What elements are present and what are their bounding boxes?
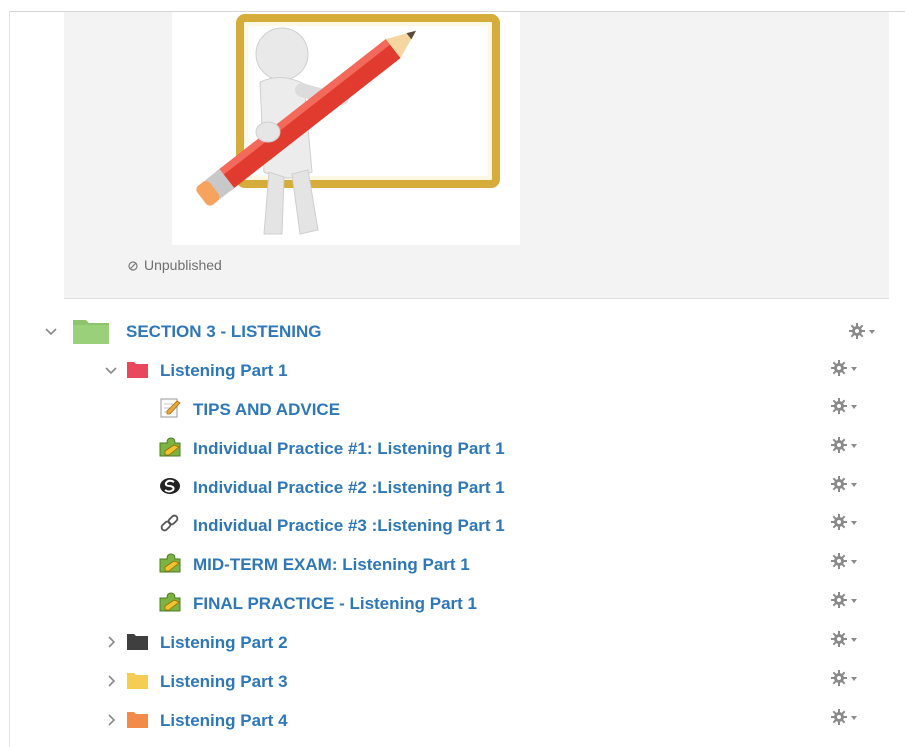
chevron-right-icon[interactable] [104, 713, 118, 727]
settings-gear-icon[interactable] [830, 513, 860, 533]
settings-gear-icon[interactable] [830, 436, 860, 456]
chevron-right-icon[interactable] [104, 674, 118, 688]
subfolder-row[interactable]: Listening Part 3 [0, 667, 905, 697]
activity-title-link[interactable]: TIPS AND ADVICE [193, 400, 340, 420]
unpublished-status: Unpublished [128, 257, 222, 273]
list-item[interactable]: Individual Practice #2 :Listening Part 1 [0, 473, 905, 503]
chevron-down-icon[interactable] [104, 363, 118, 377]
activity-title-link[interactable]: FINAL PRACTICE - Listening Part 1 [193, 594, 477, 614]
quiz-puzzle-icon [159, 553, 181, 573]
settings-gear-icon[interactable] [830, 669, 860, 689]
settings-gear-icon[interactable] [830, 359, 860, 379]
subfolder-row[interactable]: Listening Part 2 [0, 628, 905, 658]
section-row[interactable]: SECTION 3 - LISTENING [0, 317, 905, 347]
subfolder-title-link[interactable]: Listening Part 2 [160, 633, 288, 653]
settings-gear-icon[interactable] [830, 475, 860, 495]
page-icon [160, 398, 181, 418]
settings-gear-icon[interactable] [830, 397, 860, 417]
activity-title-link[interactable]: Individual Practice #1: Listening Part 1 [193, 439, 505, 459]
settings-gear-icon[interactable] [830, 630, 860, 650]
quiz-puzzle-icon [159, 592, 181, 612]
settings-gear-icon[interactable] [848, 322, 878, 342]
list-item[interactable]: Individual Practice #3 :Listening Part 1 [0, 511, 905, 541]
subfolder-title-link[interactable]: Listening Part 1 [160, 361, 288, 381]
subfolder-title-link[interactable]: Listening Part 4 [160, 711, 288, 731]
unpublished-icon [128, 261, 138, 271]
folder-icon [127, 712, 148, 728]
subfolder-title-link[interactable]: Listening Part 3 [160, 672, 288, 692]
list-item[interactable]: FINAL PRACTICE - Listening Part 1 [0, 589, 905, 619]
folder-icon [127, 362, 148, 378]
chevron-down-icon[interactable] [44, 324, 58, 338]
unpublished-label: Unpublished [144, 257, 222, 273]
quiz-puzzle-icon [159, 437, 181, 457]
pencil-figure-image [172, 12, 520, 245]
chevron-right-icon[interactable] [104, 635, 118, 649]
folder-icon [127, 634, 148, 650]
activity-title-link[interactable]: Individual Practice #2 :Listening Part 1 [193, 478, 505, 498]
external-tool-icon [160, 478, 180, 494]
folder-icon [73, 320, 109, 344]
list-item[interactable]: MID-TERM EXAM: Listening Part 1 [0, 550, 905, 580]
section-title-link[interactable]: SECTION 3 - LISTENING [126, 322, 322, 342]
activity-title-link[interactable]: Individual Practice #3 :Listening Part 1 [193, 516, 505, 536]
link-icon [160, 514, 179, 532]
list-item[interactable]: Individual Practice #1: Listening Part 1 [0, 434, 905, 464]
content-panel: Unpublished [64, 12, 889, 299]
settings-gear-icon[interactable] [830, 591, 860, 611]
subfolder-row[interactable]: Listening Part 1 [0, 356, 905, 386]
activity-title-link[interactable]: MID-TERM EXAM: Listening Part 1 [193, 555, 470, 575]
subfolder-row[interactable]: Listening Part 4 [0, 706, 905, 736]
folder-icon [127, 673, 148, 689]
settings-gear-icon[interactable] [830, 708, 860, 728]
list-item[interactable]: TIPS AND ADVICE [0, 395, 905, 425]
settings-gear-icon[interactable] [830, 552, 860, 572]
